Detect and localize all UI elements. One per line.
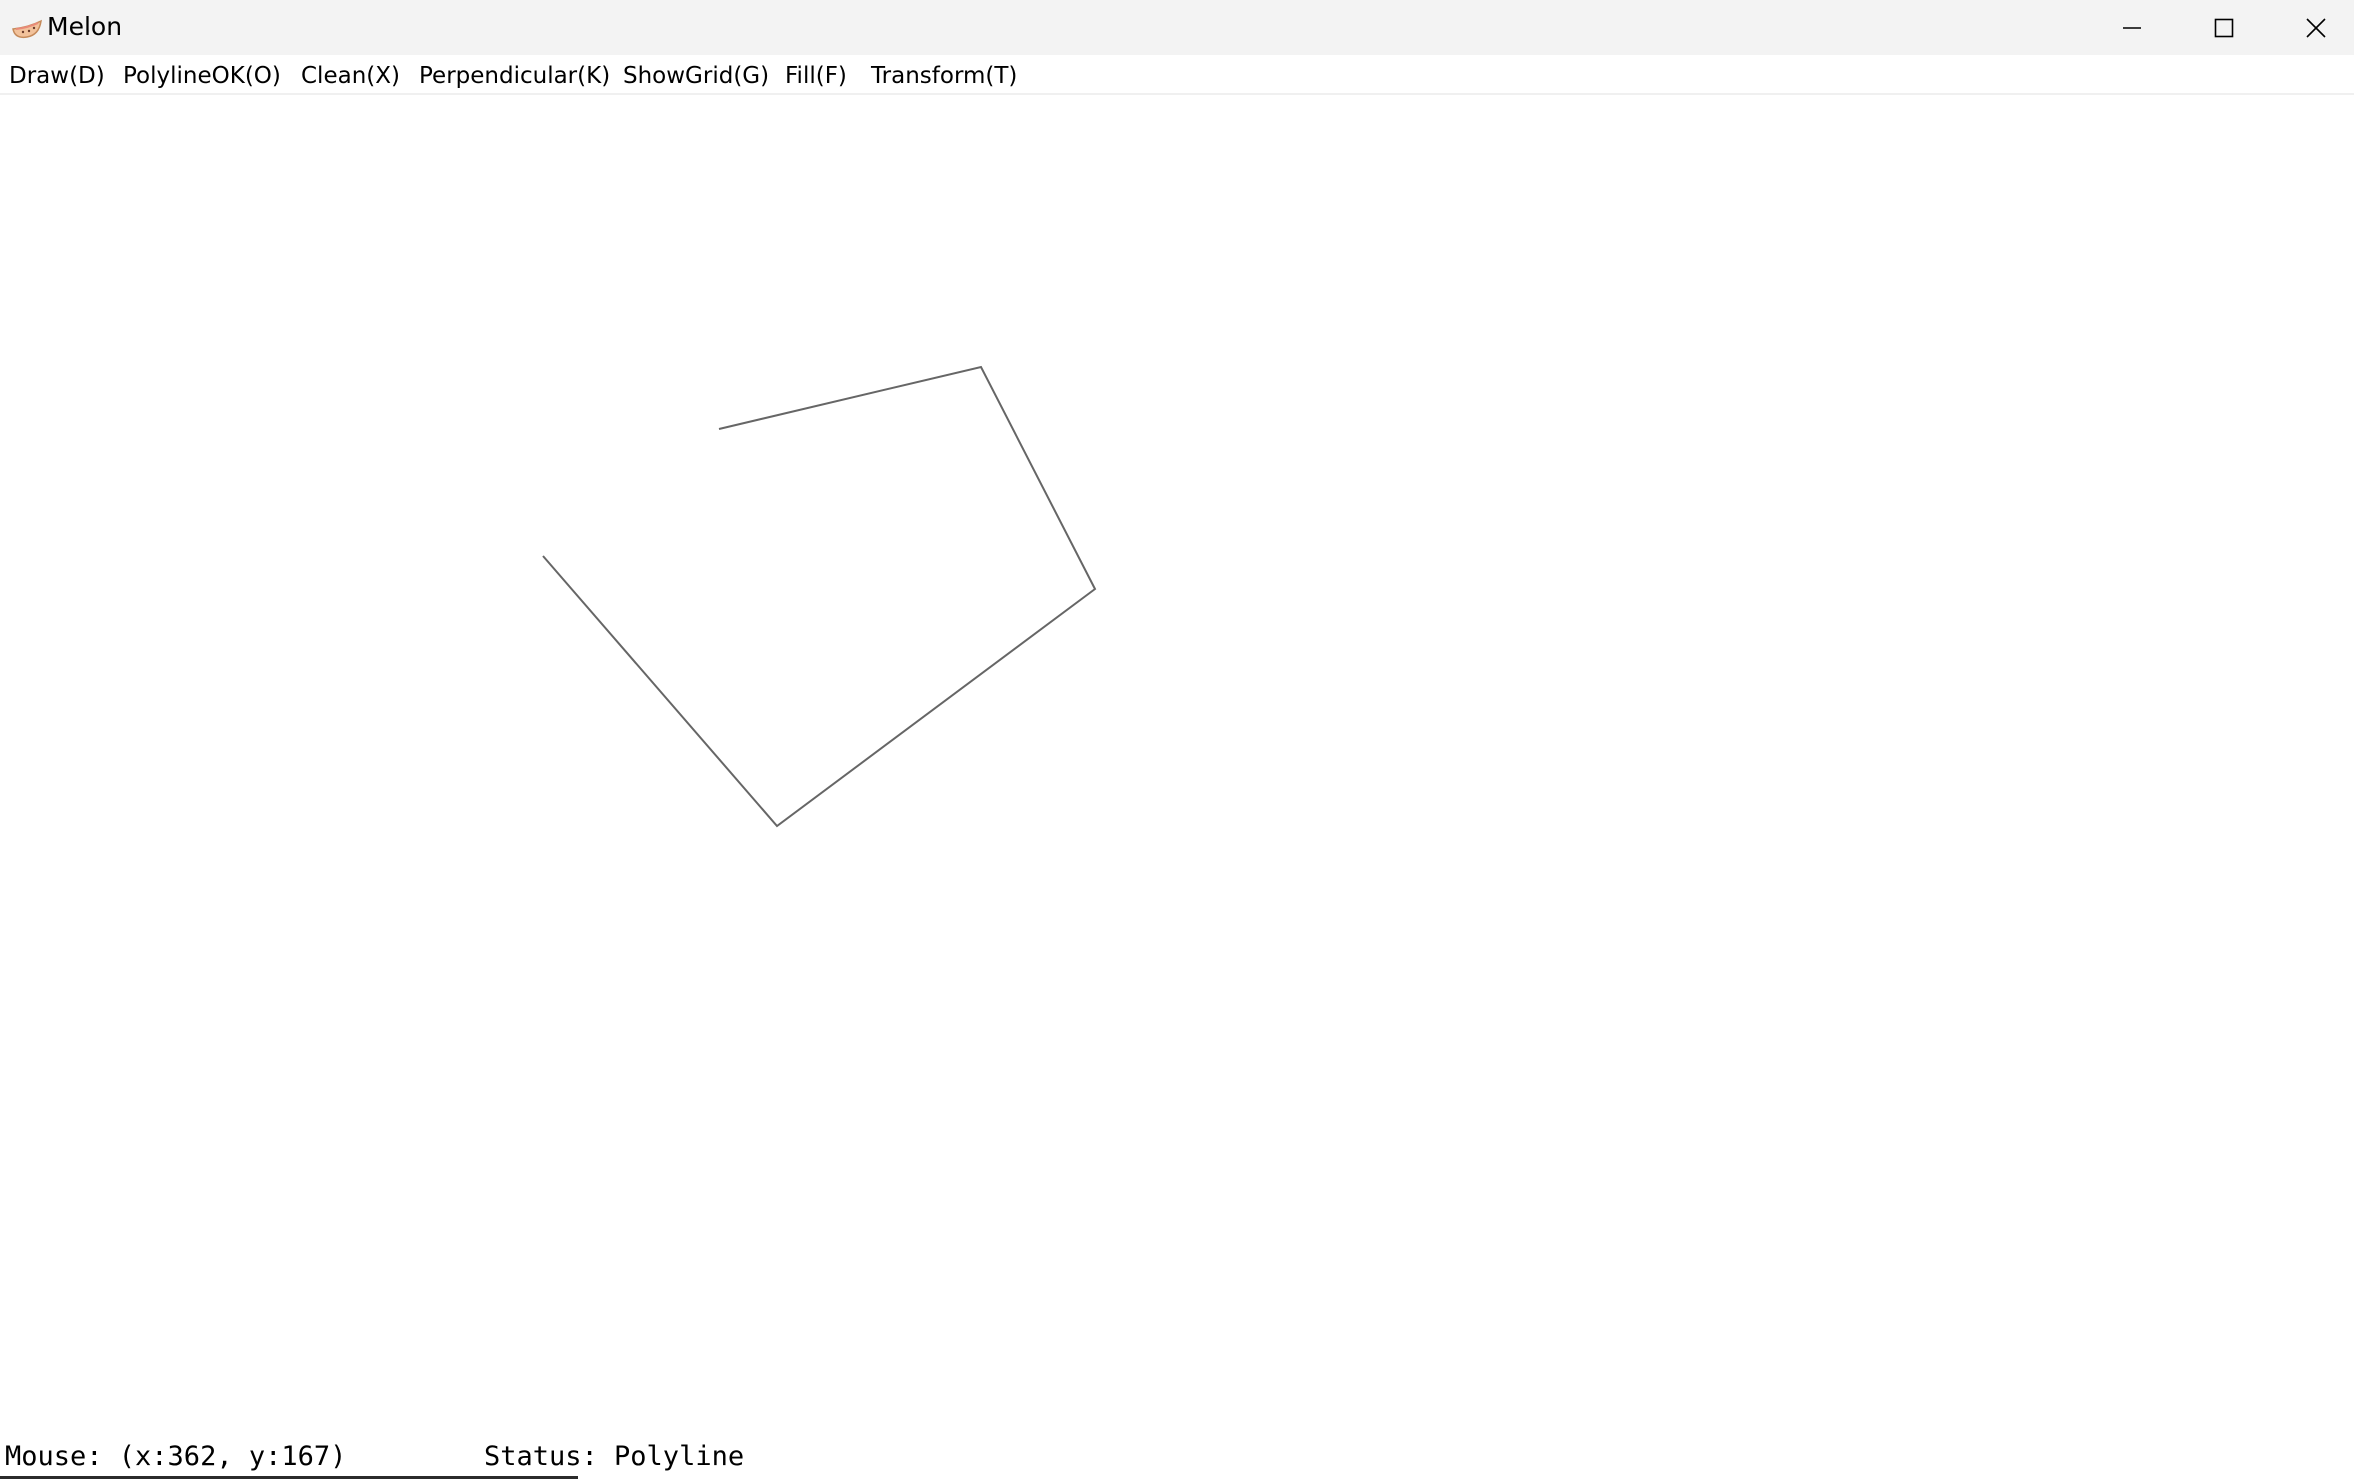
minimize-icon xyxy=(2123,26,2141,29)
menu-transform[interactable]: Transform(T) xyxy=(871,62,1017,90)
status-mode-text: Status: Polyline xyxy=(484,1441,745,1472)
menu-fill[interactable]: Fill(F) xyxy=(785,62,847,90)
title-bar[interactable]: Melon xyxy=(0,0,2354,55)
melon-app-icon xyxy=(12,19,42,39)
window-title: Melon xyxy=(47,12,123,41)
status-bar: Mouse: (x:362, y:167) Status: Polyline xyxy=(0,1436,2354,1479)
close-button[interactable] xyxy=(2270,0,2354,55)
menu-bar: Draw(D) PolylineOK(O) Clean(X) Perpendic… xyxy=(0,55,2354,95)
minimize-button[interactable] xyxy=(2086,0,2178,55)
menu-show-grid[interactable]: ShowGrid(G) xyxy=(623,62,769,90)
menu-polyline-ok[interactable]: PolylineOK(O) xyxy=(123,62,281,90)
close-icon xyxy=(2306,17,2326,38)
maximize-button[interactable] xyxy=(2178,0,2270,55)
menu-draw[interactable]: Draw(D) xyxy=(9,62,105,90)
drawing-canvas[interactable] xyxy=(0,95,2354,1435)
drawn-polyline xyxy=(542,365,1097,828)
app-window: Melon Draw(D) PolylineOK(O) Clean(X) Per… xyxy=(0,0,2354,1479)
menu-perpendicular[interactable]: Perpendicular(K) xyxy=(419,62,610,90)
maximize-icon xyxy=(2214,18,2234,37)
menu-clean[interactable]: Clean(X) xyxy=(301,62,400,90)
mouse-position-text: Mouse: (x:362, y:167) xyxy=(5,1441,347,1472)
